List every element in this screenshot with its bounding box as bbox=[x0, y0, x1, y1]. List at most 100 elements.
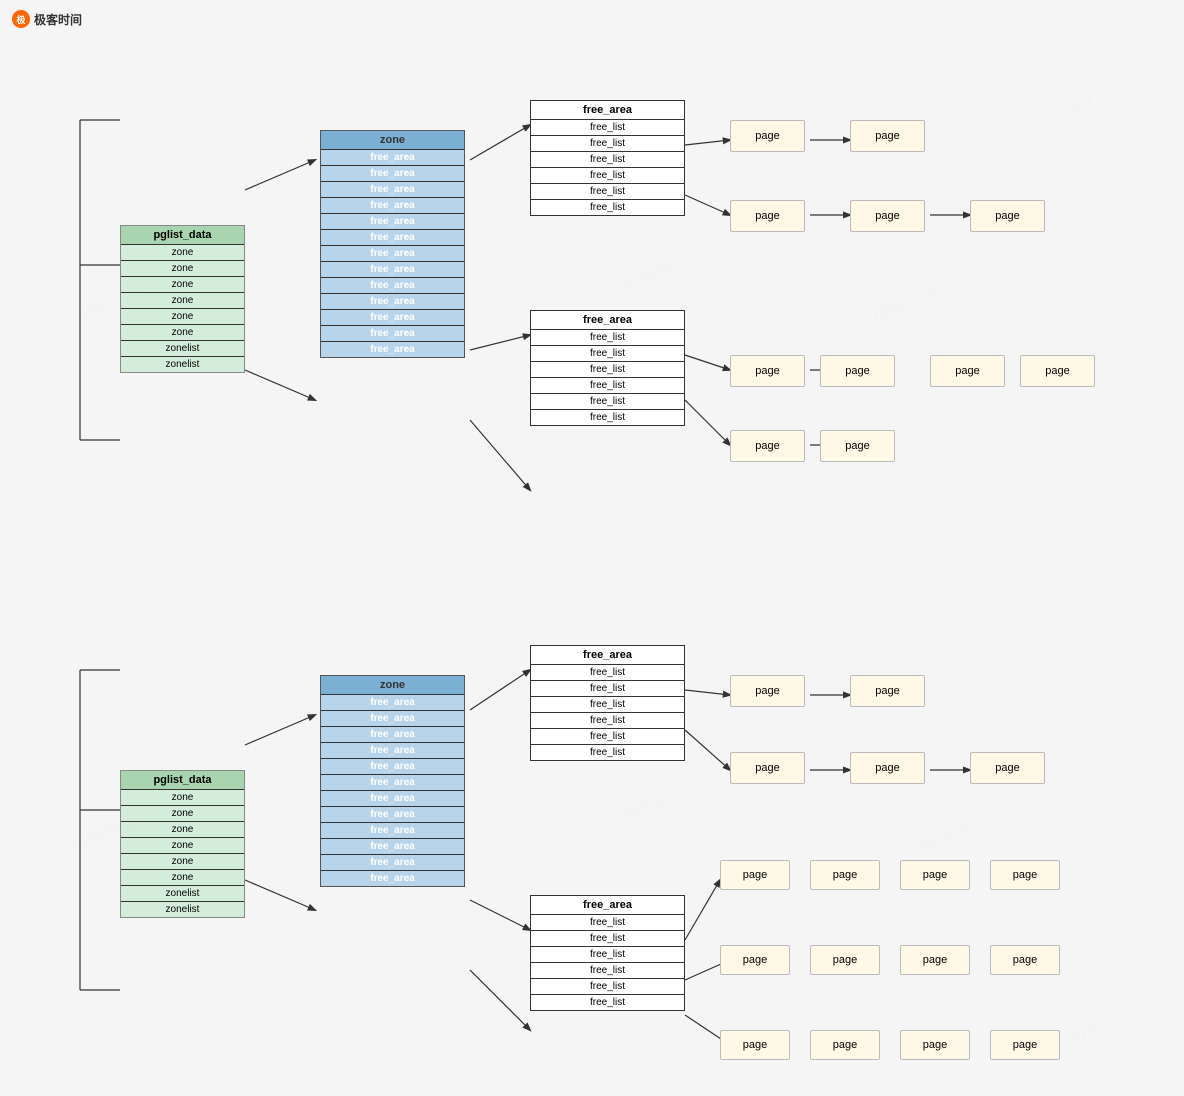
pglist-row: zone bbox=[121, 821, 244, 837]
zone-row: free_area bbox=[321, 229, 464, 245]
zone-row: free_area bbox=[321, 181, 464, 197]
zone-row: free_area bbox=[321, 742, 464, 758]
free-area-header-3: free_area bbox=[531, 646, 684, 664]
zone-row: free_area bbox=[321, 694, 464, 710]
page-box: page bbox=[930, 355, 1005, 387]
pglist-row: zone bbox=[121, 789, 244, 805]
page-box: page bbox=[990, 945, 1060, 975]
page-box: page bbox=[990, 860, 1060, 890]
page-box: page bbox=[900, 860, 970, 890]
zone-row: free_area bbox=[321, 854, 464, 870]
free-area-header-2: free_area bbox=[531, 311, 684, 329]
page-box: page bbox=[850, 120, 925, 152]
zone-row: free_area bbox=[321, 165, 464, 181]
page-box: page bbox=[820, 430, 895, 462]
page-box: page bbox=[730, 120, 805, 152]
free-list-row: free_list bbox=[531, 978, 684, 994]
zone-box-2: zone free_area free_area free_area free_… bbox=[320, 675, 465, 887]
zone-row: free_area bbox=[321, 774, 464, 790]
free-list-row: free_list bbox=[531, 962, 684, 978]
free-list-row: free_list bbox=[531, 744, 684, 760]
free-area-box-1: free_area free_list free_list free_list … bbox=[530, 100, 685, 216]
free-list-row: free_list bbox=[531, 199, 684, 215]
page-box: page bbox=[730, 200, 805, 232]
pglist-row: zone bbox=[121, 276, 244, 292]
zone-row: free_area bbox=[321, 870, 464, 886]
pglist-row: zone bbox=[121, 292, 244, 308]
free-area-box-4: free_area free_list free_list free_list … bbox=[530, 895, 685, 1011]
free-list-row: free_list bbox=[531, 167, 684, 183]
free-area-box-2: free_area free_list free_list free_list … bbox=[530, 310, 685, 426]
free-list-row: free_list bbox=[531, 914, 684, 930]
free-list-row: free_list bbox=[531, 119, 684, 135]
pglist-row: zonelist bbox=[121, 885, 244, 901]
zone-row: free_area bbox=[321, 245, 464, 261]
diagram: pglist_data zone zone zone zone zone zon… bbox=[20, 40, 1170, 1080]
pglist-row: zone bbox=[121, 260, 244, 276]
pglist-row: zone bbox=[121, 324, 244, 340]
zone-row: free_area bbox=[321, 149, 464, 165]
zone-row: free_area bbox=[321, 806, 464, 822]
page-box: page bbox=[720, 1030, 790, 1060]
free-list-row: free_list bbox=[531, 664, 684, 680]
zone-row: free_area bbox=[321, 822, 464, 838]
page-box: page bbox=[720, 945, 790, 975]
zone-row: free_area bbox=[321, 261, 464, 277]
page-box: page bbox=[820, 355, 895, 387]
zone-row: free_area bbox=[321, 341, 464, 357]
free-list-row: free_list bbox=[531, 712, 684, 728]
zone-row: free_area bbox=[321, 197, 464, 213]
free-list-row: free_list bbox=[531, 377, 684, 393]
pglist-row: zonelist bbox=[121, 901, 244, 917]
page-box: page bbox=[850, 752, 925, 784]
free-list-row: free_list bbox=[531, 135, 684, 151]
pglist-box-2: pglist_data zone zone zone zone zone zon… bbox=[120, 770, 245, 918]
zone-row: free_area bbox=[321, 838, 464, 854]
free-list-row: free_list bbox=[531, 329, 684, 345]
free-area-header-1: free_area bbox=[531, 101, 684, 119]
page-box: page bbox=[850, 200, 925, 232]
zone-row: free_area bbox=[321, 726, 464, 742]
page-box: page bbox=[810, 1030, 880, 1060]
page-box: page bbox=[850, 675, 925, 707]
free-list-row: free_list bbox=[531, 393, 684, 409]
free-area-box-3: free_area free_list free_list free_list … bbox=[530, 645, 685, 761]
page-box: page bbox=[730, 430, 805, 462]
free-list-row: free_list bbox=[531, 696, 684, 712]
free-list-row: free_list bbox=[531, 946, 684, 962]
free-list-row: free_list bbox=[531, 183, 684, 199]
zone-row: free_area bbox=[321, 790, 464, 806]
pglist-row: zone bbox=[121, 869, 244, 885]
page-box: page bbox=[810, 945, 880, 975]
zone-row: free_area bbox=[321, 710, 464, 726]
page-box: page bbox=[730, 675, 805, 707]
page-box: page bbox=[730, 355, 805, 387]
pglist-row: zone bbox=[121, 244, 244, 260]
pglist-row: zone bbox=[121, 853, 244, 869]
zone-header-2: zone bbox=[321, 676, 464, 694]
pglist-row: zone bbox=[121, 308, 244, 324]
page-box: page bbox=[730, 752, 805, 784]
free-list-row: free_list bbox=[531, 680, 684, 696]
free-list-row: free_list bbox=[531, 151, 684, 167]
logo-icon: 极 bbox=[12, 10, 30, 28]
free-list-row: free_list bbox=[531, 345, 684, 361]
zone-row: free_area bbox=[321, 309, 464, 325]
zone-box-1: zone free_area free_area free_area free_… bbox=[320, 130, 465, 358]
page-box: page bbox=[970, 200, 1045, 232]
page-box: page bbox=[900, 1030, 970, 1060]
page-box: page bbox=[900, 945, 970, 975]
free-list-row: free_list bbox=[531, 994, 684, 1010]
page-box: page bbox=[990, 1030, 1060, 1060]
zone-row: free_area bbox=[321, 213, 464, 229]
zone-row: free_area bbox=[321, 293, 464, 309]
pglist-header-2: pglist_data bbox=[121, 771, 244, 789]
page-box: page bbox=[720, 860, 790, 890]
logo: 极 极客时间 bbox=[12, 10, 82, 28]
zone-row: free_area bbox=[321, 325, 464, 341]
free-list-row: free_list bbox=[531, 728, 684, 744]
pglist-box-1: pglist_data zone zone zone zone zone zon… bbox=[120, 225, 245, 373]
pglist-row: zone bbox=[121, 837, 244, 853]
zone-row: free_area bbox=[321, 758, 464, 774]
page-box: page bbox=[1020, 355, 1095, 387]
